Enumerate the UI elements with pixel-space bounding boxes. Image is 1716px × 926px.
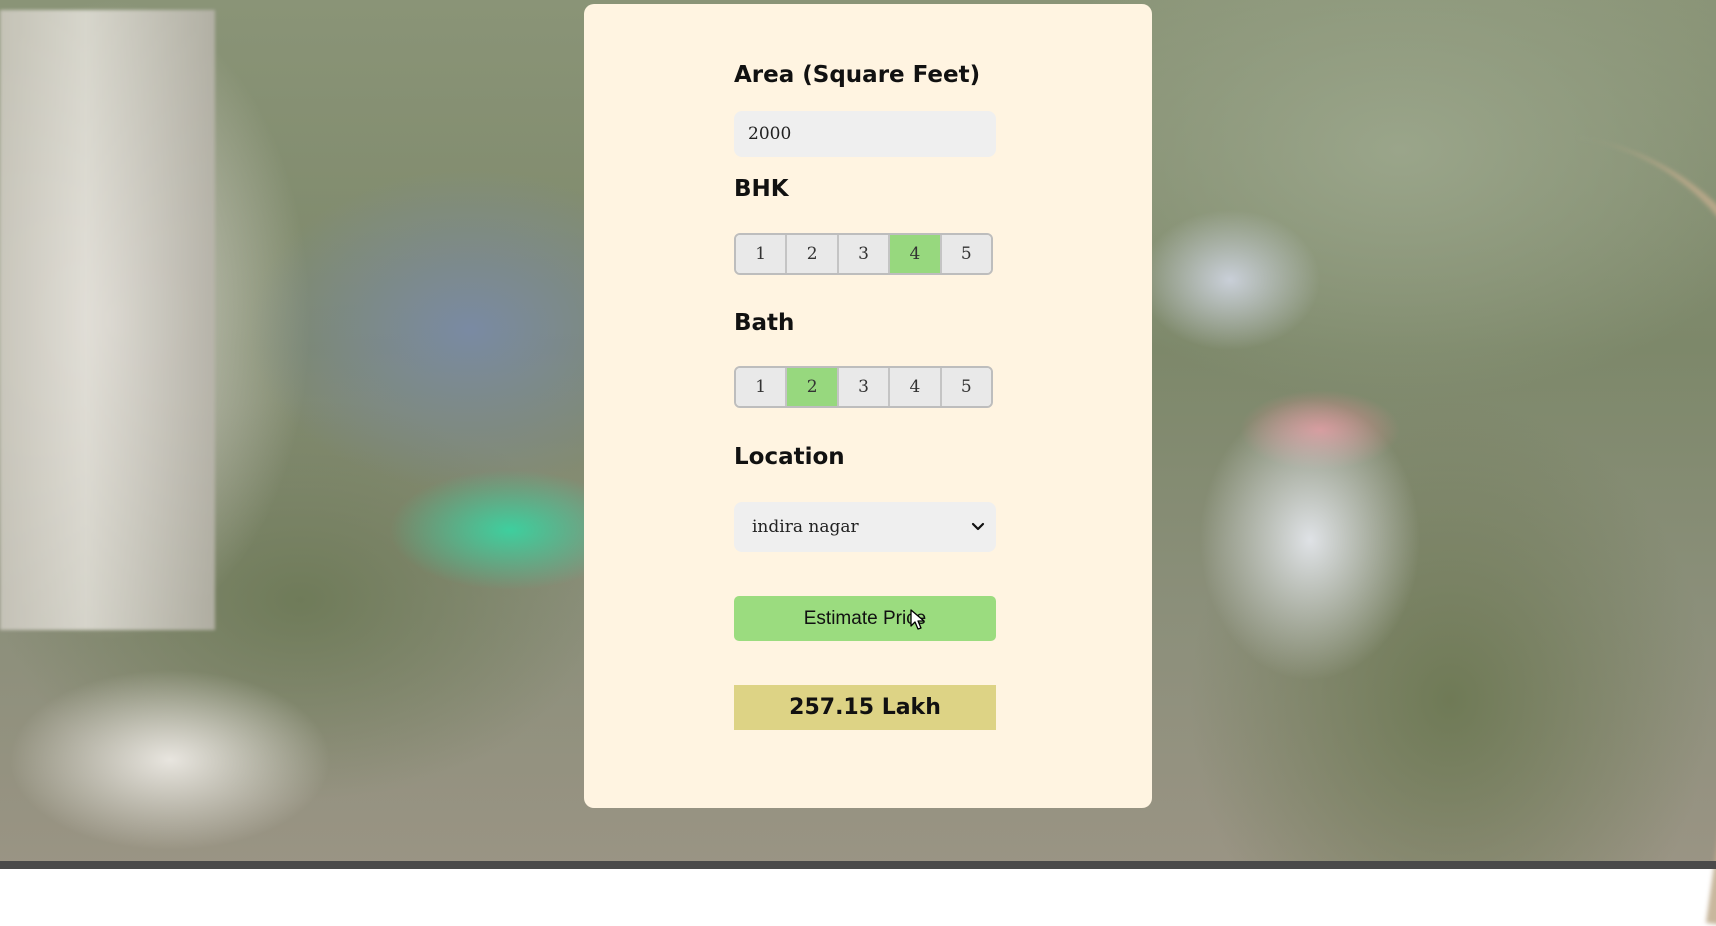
area-label: Area (Square Feet) <box>734 62 981 88</box>
mouse-pointer-icon <box>910 609 926 635</box>
location-label: Location <box>734 444 845 470</box>
bhk-option-5[interactable]: 5 <box>941 235 991 273</box>
bath-option-1[interactable]: 1 <box>736 368 788 406</box>
bath-label: Bath <box>734 310 795 336</box>
bottom-bar <box>0 861 1716 869</box>
area-input[interactable]: 2000 <box>734 111 996 157</box>
bhk-option-1[interactable]: 1 <box>736 235 788 273</box>
location-selected-value: indira nagar <box>752 517 859 537</box>
estimated-price-result: 257.15 Lakh <box>734 685 996 730</box>
estimate-price-button[interactable]: Estimate Price <box>734 596 996 641</box>
bhk-option-2[interactable]: 2 <box>787 235 839 273</box>
bhk-label: BHK <box>734 176 789 202</box>
bath-option-3[interactable]: 3 <box>838 368 891 406</box>
bhk-option-3[interactable]: 3 <box>838 235 891 273</box>
bath-selector: 1 2 3 4 5 <box>734 366 993 408</box>
chevron-down-icon <box>960 522 996 532</box>
location-select[interactable]: indira nagar <box>734 502 996 552</box>
bath-option-4[interactable]: 4 <box>890 368 942 406</box>
background-tower <box>0 10 215 630</box>
bath-option-5[interactable]: 5 <box>941 368 991 406</box>
bath-option-2[interactable]: 2 <box>787 368 839 406</box>
bhk-option-4[interactable]: 4 <box>890 235 942 273</box>
price-form-card: Area (Square Feet) 2000 BHK 1 2 3 4 5 Ba… <box>584 4 1152 808</box>
bhk-selector: 1 2 3 4 5 <box>734 233 993 275</box>
